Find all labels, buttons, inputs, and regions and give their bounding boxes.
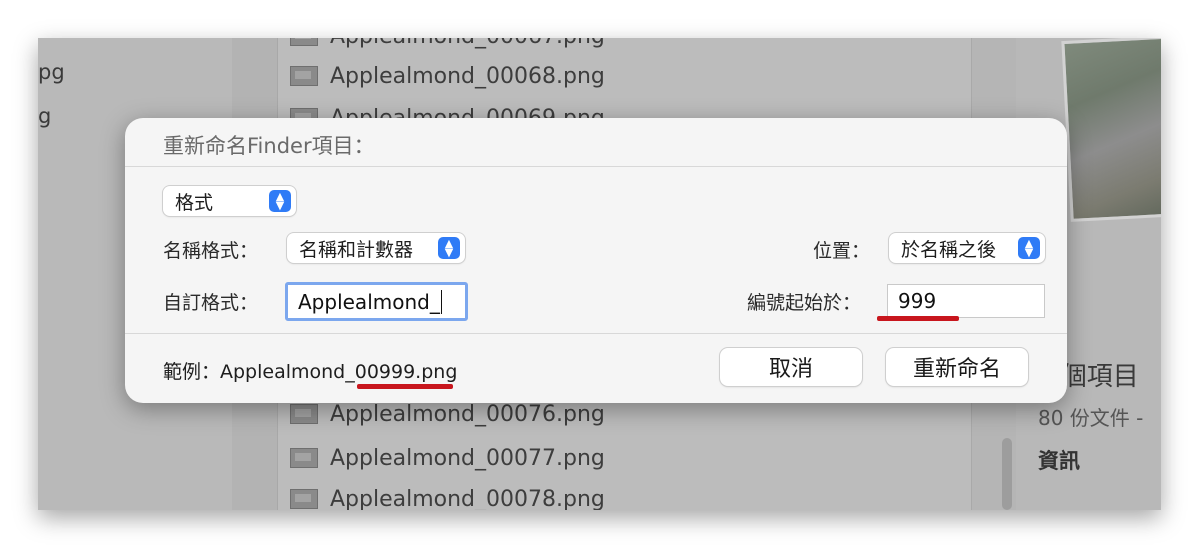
title-divider (125, 166, 1067, 167)
preview-info-label: 資訊 (1038, 449, 1080, 473)
sidebar-fragment[interactable]: g (38, 104, 51, 128)
image-file-icon (290, 489, 318, 509)
custom-format-value: Applealmond_ (298, 289, 440, 314)
popup-stepper-icon: ▲ ▼ (438, 237, 460, 259)
rename-button-label: 重新命名 (912, 357, 1001, 382)
footer-divider (125, 333, 1067, 334)
start-number-label: 編號起始於： (747, 292, 862, 314)
scrollbar-thumb[interactable] (1002, 438, 1012, 510)
rename-button[interactable]: 重新命名 (886, 348, 1028, 386)
file-name: Applealmond_00067.png (330, 38, 605, 49)
example-preview: 範例：Applealmond_00999.png (163, 361, 458, 383)
start-number-input[interactable]: 999 (887, 284, 1045, 318)
name-format-value: 名稱和計數器 (299, 238, 414, 261)
popup-stepper-icon: ▲ ▼ (1018, 237, 1040, 259)
start-number-value: 999 (898, 289, 937, 313)
image-file-icon (290, 38, 318, 46)
custom-format-label: 自訂格式： (163, 292, 259, 314)
rename-mode-value: 格式 (175, 191, 214, 214)
preview-thumbnail (1061, 38, 1161, 222)
position-label: 位置： (813, 240, 871, 262)
file-name: Applealmond_00078.png (330, 486, 605, 511)
cancel-button[interactable]: 取消 (720, 348, 862, 386)
cancel-button-label: 取消 (768, 357, 813, 382)
file-row[interactable]: Applealmond_00078.png (290, 481, 605, 510)
popup-stepper-icon: ▲ ▼ (269, 190, 291, 212)
file-row[interactable]: Applealmond_00067.png (290, 38, 605, 54)
image-file-icon (290, 404, 318, 424)
file-name: Applealmond_00076.png (330, 401, 605, 427)
text-caret (440, 289, 442, 314)
annotation-underline (357, 384, 453, 389)
custom-format-input[interactable]: Applealmond_ (285, 282, 468, 321)
position-popup[interactable]: 於名稱之後 ▲ ▼ (889, 233, 1045, 263)
file-name: Applealmond_00077.png (330, 445, 605, 471)
image-file-icon (290, 66, 318, 86)
position-value: 於名稱之後 (901, 238, 997, 261)
image-file-icon (290, 448, 318, 468)
name-format-label: 名稱格式： (163, 240, 259, 262)
file-row[interactable]: Applealmond_00077.png (290, 440, 605, 476)
annotation-underline (877, 316, 959, 321)
sidebar-fragment[interactable]: pg (38, 60, 65, 84)
rename-dialog: 重新命名Finder項目： 格式 ▲ ▼ 名稱格式： 名稱和計數器 ▲ ▼ 位置： … (125, 118, 1067, 403)
preview-docs-count: 80 份文件 - (1038, 406, 1144, 430)
file-row[interactable]: Applealmond_00068.png (290, 58, 605, 94)
name-format-popup[interactable]: 名稱和計數器 ▲ ▼ (287, 233, 465, 263)
rename-mode-popup[interactable]: 格式 ▲ ▼ (163, 186, 296, 216)
dialog-title: 重新命名Finder項目： (163, 134, 375, 158)
file-name: Applealmond_00068.png (330, 63, 605, 89)
